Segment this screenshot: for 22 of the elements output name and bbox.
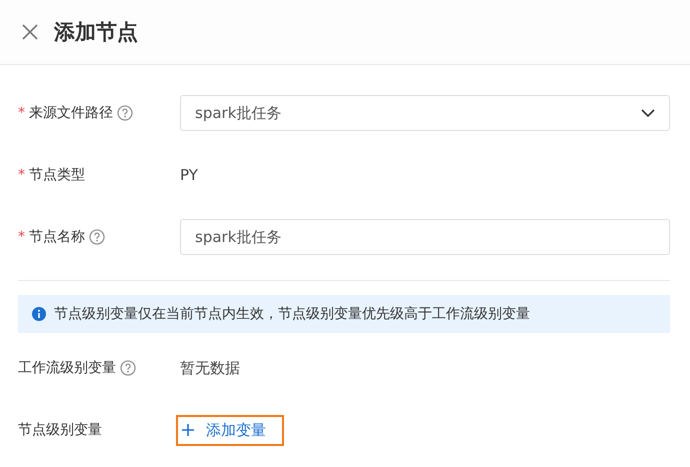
field-value: 暂无数据 <box>180 358 240 378</box>
required-mark: * <box>18 105 25 121</box>
help-icon[interactable] <box>117 105 133 121</box>
dialog-title: 添加节点 <box>54 19 138 46</box>
info-icon <box>32 307 46 321</box>
plus-icon <box>182 424 194 436</box>
field-label: 节点类型 <box>29 166 85 184</box>
chevron-down-icon <box>641 108 655 118</box>
notice-text: 节点级别变量仅在当前节点内生效，节点级别变量优先级高于工作流级别变量 <box>54 305 530 323</box>
help-icon[interactable] <box>89 229 105 245</box>
field-value: PY <box>180 166 198 184</box>
field-label: 节点级别变量 <box>18 421 102 439</box>
add-variable-button[interactable]: 添加变量 <box>176 414 284 446</box>
select-field[interactable]: spark批任务 <box>180 95 670 131</box>
field-label: 节点名称 <box>29 228 85 246</box>
field-label: 来源文件路径 <box>29 104 113 122</box>
help-icon[interactable] <box>120 360 136 376</box>
field-label: 工作流级别变量 <box>18 359 116 377</box>
close-icon[interactable] <box>22 24 38 40</box>
required-mark: * <box>18 167 25 183</box>
input-field[interactable]: spark批任务 <box>180 219 670 255</box>
required-mark: * <box>18 229 25 245</box>
